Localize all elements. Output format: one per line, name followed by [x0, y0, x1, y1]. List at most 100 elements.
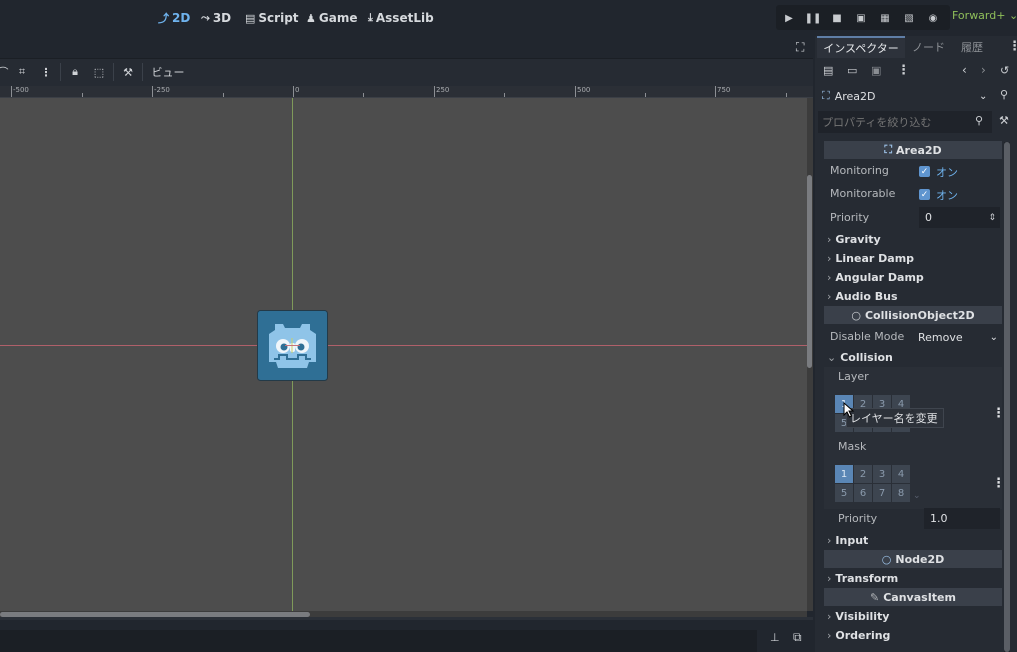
bone-icon[interactable]: ⚒ — [120, 64, 136, 80]
script-icon: ▤ — [245, 11, 256, 25]
mode-2d-button[interactable]: ⤴ 2D — [158, 9, 190, 27]
disable-mode-label: Disable Mode — [830, 330, 905, 343]
tab-node[interactable]: ノード — [912, 36, 945, 58]
filter-properties-input[interactable] — [822, 113, 972, 131]
history-forward-icon[interactable]: › — [981, 63, 986, 77]
mode-assetlib-button[interactable]: ⤓ AssetLib — [368, 9, 434, 27]
horizontal-ruler: -500 -250 0 250 500 750 — [0, 86, 813, 98]
mask-bit-7[interactable]: 7 — [873, 484, 891, 502]
view-menu[interactable]: ビュー — [151, 64, 185, 80]
ruler-tick — [715, 86, 716, 97]
chevron-down-icon: ⌄ — [979, 90, 988, 102]
toolbar-divider — [142, 63, 143, 81]
monitoring-value[interactable]: オン — [936, 164, 958, 180]
group-linear-damp[interactable]: › Linear Damp — [827, 252, 914, 265]
monitoring-label: Monitoring — [830, 164, 889, 177]
tools-icon[interactable]: ⚒ — [999, 114, 1009, 127]
node-type-selector[interactable]: ⛶ Area2D ⌄ — [818, 86, 991, 106]
monitoring-checkbox[interactable]: ✓ — [919, 166, 930, 177]
tool-icon[interactable]: ⌒ — [0, 64, 9, 80]
ruler-label: 250 — [436, 86, 450, 94]
fullscreen-icon[interactable]: ⛶ — [796, 40, 809, 54]
chevron-down-icon: ⌄ — [989, 331, 998, 343]
grid-snap-icon[interactable]: ⌗ — [14, 64, 30, 80]
monitorable-checkbox[interactable]: ✓ — [919, 189, 930, 200]
chevron-right-icon: › — [827, 271, 832, 284]
viewport-header — [0, 36, 813, 58]
lock-icon[interactable]: 🔒︎ — [67, 64, 83, 80]
inspector-scroll-thumb[interactable] — [1004, 142, 1010, 652]
more-options-icon[interactable]: ⋮ — [897, 63, 910, 78]
spinner-icon: ⇕ — [988, 212, 996, 223]
godot-sprite[interactable] — [257, 310, 328, 381]
pause-icon[interactable]: ❚❚ — [803, 9, 823, 27]
mask-bit-5[interactable]: 5 — [835, 484, 853, 502]
play-custom-scene-icon[interactable]: ▧ — [899, 9, 919, 27]
node2d-icon: ○ — [881, 552, 892, 566]
disable-mode-select[interactable]: Remove ⌄ — [912, 327, 1002, 347]
mask-bit-4[interactable]: 4 — [892, 465, 910, 483]
stop-icon[interactable]: ■ — [827, 9, 847, 27]
ruler-tick — [434, 86, 435, 97]
ruler-label: 0 — [295, 86, 300, 94]
mode-script-button[interactable]: ▤ Script — [245, 9, 299, 27]
mask-bit-2[interactable]: 2 — [854, 465, 872, 483]
group-angular-damp[interactable]: › Angular Damp — [827, 271, 924, 284]
viewport-vertical-scroll-thumb[interactable] — [807, 175, 812, 368]
toolbar-divider — [113, 63, 114, 81]
save-icon[interactable]: ▣ — [871, 64, 884, 78]
group-ordering[interactable]: › Ordering — [827, 629, 890, 642]
mask-bit-6[interactable]: 6 — [854, 484, 872, 502]
mouse-cursor-icon — [843, 402, 855, 418]
collision-priority-field[interactable]: 1.0 — [924, 508, 1000, 529]
rename-layer-tooltip: レイヤー名を変更 — [846, 408, 944, 428]
copy-icon[interactable]: ⧉ — [793, 630, 807, 644]
section-area2d: ⛶ Area2D — [824, 141, 1002, 159]
open-folder-icon[interactable]: ▭ — [847, 64, 860, 78]
ruler-label: -250 — [154, 86, 170, 94]
history-back-icon[interactable]: ‹ — [962, 63, 967, 77]
group-gravity[interactable]: › Gravity — [827, 233, 881, 246]
tab-inspector[interactable]: インスペクター — [817, 36, 905, 58]
section-collision-object-2d: ○ CollisionObject2D — [824, 306, 1002, 324]
viewport-canvas[interactable] — [0, 98, 807, 611]
play-scene-icon[interactable]: ▦ — [875, 9, 895, 27]
mask-label: Mask — [838, 440, 867, 453]
expand-bits-icon[interactable]: ⌄ — [913, 491, 921, 501]
group-transform[interactable]: › Transform — [827, 572, 898, 585]
canvas-item-icon: ✎ — [870, 590, 880, 604]
mask-bit-3[interactable]: 3 — [873, 465, 891, 483]
renderer-select[interactable]: Forward+ ⌄ — [952, 9, 1017, 22]
group-input[interactable]: › Input — [827, 534, 868, 547]
filter-properties-field[interactable]: ⚲ — [818, 111, 992, 133]
more-options-icon[interactable]: ⋮ — [38, 64, 54, 80]
ruler-tick — [293, 86, 294, 97]
object-history-icon[interactable]: ↺ — [1000, 64, 1009, 77]
group-visibility[interactable]: › Visibility — [827, 610, 889, 623]
tabs-menu-icon[interactable]: ⋮ — [1008, 39, 1017, 54]
chevron-right-icon: › — [827, 252, 832, 265]
pin-icon[interactable]: ⊥ — [770, 631, 784, 645]
mode-game-button[interactable]: ♟ Game — [306, 9, 357, 27]
chevron-right-icon: › — [827, 572, 832, 585]
chevron-down-icon: ⌄ — [1008, 9, 1017, 22]
group-icon[interactable]: ⬚ — [91, 64, 107, 80]
chevron-right-icon: › — [827, 610, 832, 623]
movie-maker-icon[interactable]: ◉ — [923, 9, 943, 27]
play-icon[interactable]: ▶ — [779, 9, 799, 27]
remote-debug-icon[interactable]: ▣ — [851, 9, 871, 27]
group-audio-bus[interactable]: › Audio Bus — [827, 290, 898, 303]
group-collision[interactable]: ⌄ Collision — [827, 351, 893, 364]
documentation-icon[interactable]: ⚲ — [1000, 88, 1008, 101]
ruler-label: 750 — [717, 86, 731, 94]
ruler-tick — [152, 86, 153, 97]
mask-bit-8[interactable]: 8 — [892, 484, 910, 502]
priority-spinbox[interactable]: 0 ⇕ — [919, 207, 1000, 228]
mode-3d-button[interactable]: ⤳ 3D — [201, 9, 231, 27]
3d-icon: ⤳ — [201, 11, 210, 24]
chevron-down-icon: ⌄ — [827, 351, 837, 364]
monitorable-value[interactable]: オン — [936, 187, 958, 203]
new-resource-icon[interactable]: ▤ — [823, 64, 836, 78]
mask-bit-1[interactable]: 1 — [835, 465, 853, 483]
tab-history[interactable]: 履歴 — [961, 36, 983, 58]
